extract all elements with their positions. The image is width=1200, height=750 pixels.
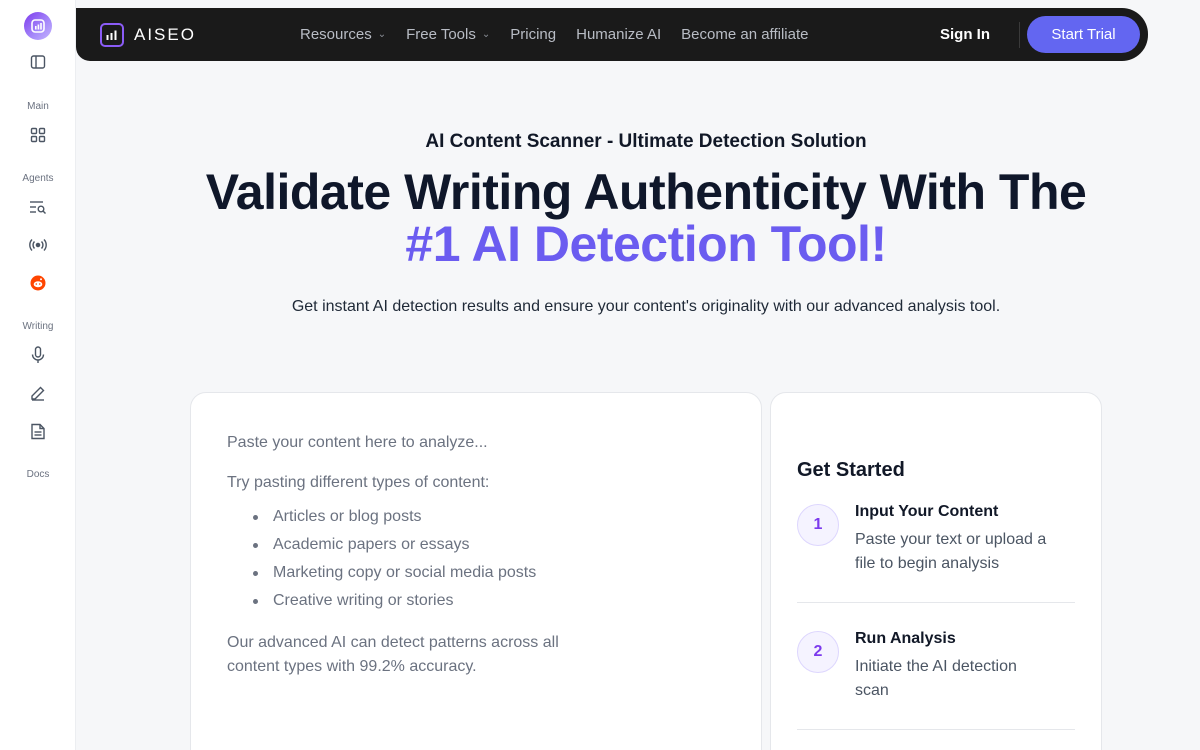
chevron-down-icon: ⌄ bbox=[481, 29, 491, 40]
get-started-title: Get Started bbox=[797, 459, 905, 481]
step-run-analysis: 2 Run Analysis Initiate the AI detection… bbox=[797, 630, 1075, 730]
nav-pricing-label: Pricing bbox=[510, 26, 557, 43]
hero-eyebrow: AI Content Scanner - Ultimate Detection … bbox=[425, 131, 867, 152]
brand-logo[interactable]: AISEO bbox=[100, 22, 196, 47]
headline-line-1: Validate Writing Authenticity With The bbox=[205, 164, 1087, 220]
rail-section-docs[interactable]: Docs bbox=[0, 469, 76, 480]
hero-subhead: Get instant AI detection results and ens… bbox=[291, 298, 1001, 315]
headline-line-2: #1 AI Detection Tool! bbox=[405, 216, 887, 272]
dashboard-grid-icon[interactable] bbox=[26, 123, 50, 147]
rail-section-agents: Agents bbox=[22, 173, 54, 184]
step-description: Initiate the AI detection scan bbox=[855, 658, 1017, 699]
list-item: Articles or blog posts bbox=[227, 503, 725, 531]
step-title: Run Analysis bbox=[855, 630, 956, 647]
step-description: Paste your text or upload a file to begi… bbox=[855, 531, 1047, 572]
hero-headline: Validate Writing Authenticity With The #… bbox=[76, 166, 1200, 270]
sidebar-toggle-icon[interactable] bbox=[26, 50, 50, 74]
nav-resources[interactable]: Resources ⌄ bbox=[300, 26, 386, 43]
pen-icon[interactable] bbox=[26, 381, 50, 405]
sign-in-link[interactable]: Sign In bbox=[940, 8, 990, 61]
top-navbar: AISEO Resources ⌄ Free Tools ⌄ Pricing H… bbox=[76, 8, 1148, 61]
microphone-icon[interactable] bbox=[26, 343, 50, 367]
nav-divider bbox=[1019, 22, 1020, 48]
input-placeholder-line-3: Our advanced AI can detect patterns acro… bbox=[227, 634, 559, 675]
nav-humanize-ai[interactable]: Humanize AI bbox=[576, 26, 661, 43]
left-sidebar: Main Agents Writing Docs bbox=[0, 0, 76, 750]
rail-section-main: Main bbox=[27, 101, 49, 112]
brand-chart-icon bbox=[100, 22, 124, 47]
step-input-content: 1 Input Your Content Paste your text or … bbox=[797, 503, 1075, 603]
content-type-list: Articles or blog posts Academic papers o… bbox=[227, 503, 725, 615]
nav-links: Resources ⌄ Free Tools ⌄ Pricing Humaniz… bbox=[300, 8, 808, 61]
search-list-icon[interactable] bbox=[26, 195, 50, 219]
chevron-down-icon: ⌄ bbox=[377, 29, 387, 40]
list-item: Creative writing or stories bbox=[227, 587, 725, 615]
nav-affiliate[interactable]: Become an affiliate bbox=[681, 26, 808, 43]
step-number-badge: 2 bbox=[797, 631, 839, 673]
list-item: Academic papers or essays bbox=[227, 531, 725, 559]
content-input-area[interactable]: Paste your content here to analyze... Tr… bbox=[190, 392, 762, 750]
step-title: Input Your Content bbox=[855, 503, 999, 520]
nav-humanize-ai-label: Humanize AI bbox=[576, 26, 662, 43]
brand-name: AISEO bbox=[134, 24, 196, 44]
broadcast-icon[interactable] bbox=[26, 233, 50, 257]
step-number-badge: 1 bbox=[797, 504, 839, 546]
nav-pricing[interactable]: Pricing bbox=[510, 26, 556, 43]
nav-free-tools-label: Free Tools bbox=[406, 26, 476, 43]
list-item: Marketing copy or social media posts bbox=[227, 559, 725, 587]
nav-affiliate-label: Become an affiliate bbox=[681, 26, 809, 43]
input-placeholder-line-1: Paste your content here to analyze... bbox=[227, 434, 488, 451]
get-started-card: Get Started 1 Input Your Content Paste y… bbox=[770, 392, 1102, 750]
start-trial-button[interactable]: Start Trial bbox=[1027, 16, 1140, 53]
rail-section-writing: Writing bbox=[22, 321, 54, 332]
nav-free-tools[interactable]: Free Tools ⌄ bbox=[406, 26, 490, 43]
logo-icon[interactable] bbox=[24, 12, 52, 40]
nav-resources-label: Resources bbox=[300, 26, 372, 43]
input-placeholder-line-2: Try pasting different types of content: bbox=[227, 474, 490, 491]
document-icon[interactable] bbox=[26, 419, 50, 443]
reddit-icon[interactable] bbox=[26, 271, 50, 295]
